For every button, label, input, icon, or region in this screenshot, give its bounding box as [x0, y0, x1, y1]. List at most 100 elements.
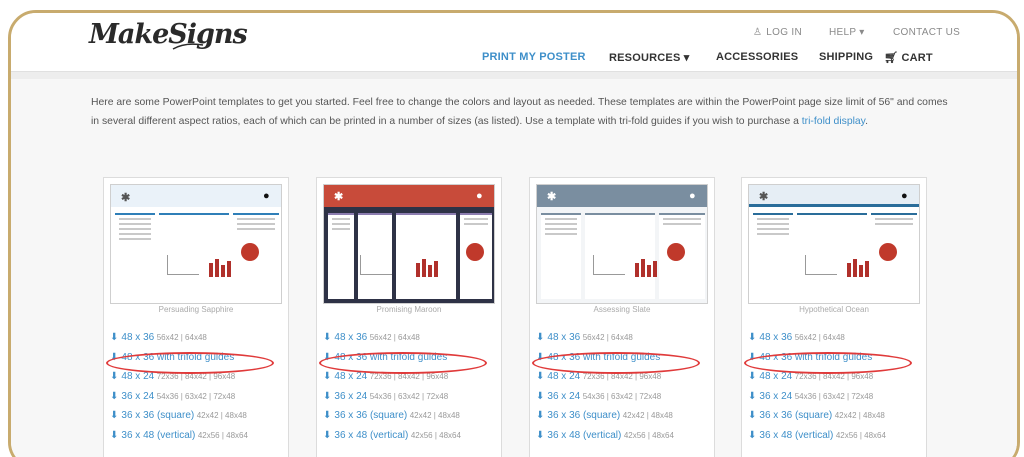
highlight-oval	[744, 352, 912, 374]
login-link[interactable]: ♙ LOG IN	[753, 27, 802, 38]
size-main: 36 x 48 (vertical)	[547, 429, 622, 441]
size-option[interactable]: ⬇ 36 x 24 54x36 | 63x42 | 72x48	[536, 387, 708, 407]
size-option-vertical[interactable]: ⬇ 36 x 48 (vertical) 42x56 | 48x64	[110, 426, 282, 446]
size-option[interactable]: ⬇ 36 x 36 (square) 42x42 | 48x48	[748, 406, 920, 426]
resources-label: RESOURCES	[609, 52, 681, 64]
nav-shipping[interactable]: SHIPPING	[819, 51, 873, 63]
size-extra: 56x42 | 64x48	[794, 333, 845, 342]
highlight-oval	[106, 352, 274, 374]
poster-header	[111, 185, 281, 207]
login-label: LOG IN	[766, 27, 802, 38]
size-extra: 56x42 | 64x48	[582, 333, 633, 342]
download-icon: ⬇	[536, 390, 545, 402]
header-divider	[11, 71, 1017, 79]
poster-bars	[847, 259, 869, 277]
size-option[interactable]: ⬇ 36 x 36 (square) 42x42 | 48x48	[536, 406, 708, 426]
highlight-oval	[319, 352, 487, 374]
poster-logo-icon: ✱	[121, 192, 131, 204]
size-option-vertical[interactable]: ⬇ 36 x 48 (vertical) 42x56 | 48x64	[536, 426, 708, 446]
download-icon: ⬇	[323, 410, 332, 421]
poster-pie	[667, 243, 685, 261]
poster-logo-icon: ✱	[547, 191, 557, 203]
download-icon: ⬇	[110, 371, 119, 382]
poster-column	[115, 213, 155, 299]
size-extra: 54x36 | 63x42 | 72x48	[156, 391, 236, 401]
poster-seal-icon: ●	[901, 190, 908, 202]
download-icon: ⬇	[110, 410, 119, 421]
size-option[interactable]: ⬇ 36 x 24 54x36 | 63x42 | 72x48	[748, 387, 920, 407]
size-main: 36 x 48 (vertical)	[334, 429, 409, 441]
size-extra: 42x42 | 48x48	[622, 411, 673, 420]
poster-column	[541, 213, 581, 299]
poster-seal-icon: ●	[689, 190, 696, 202]
size-option[interactable]: ⬇ 36 x 24 54x36 | 63x42 | 72x48	[110, 387, 282, 407]
poster-chart	[805, 255, 837, 275]
size-option[interactable]: ⬇ 48 x 36 56x42 | 64x48	[323, 328, 495, 348]
size-main: 48 x 36	[547, 332, 581, 343]
size-main: 36 x 24	[334, 390, 368, 402]
size-option[interactable]: ⬇ 36 x 24 54x36 | 63x42 | 72x48	[323, 387, 495, 407]
poster-column	[753, 213, 793, 299]
download-icon: ⬇	[536, 371, 545, 382]
size-option[interactable]: ⬇ 48 x 36 56x42 | 64x48	[110, 328, 282, 348]
size-main: 36 x 36 (square)	[759, 410, 833, 421]
size-option-vertical[interactable]: ⬇ 36 x 48 (vertical) 42x56 | 48x64	[323, 426, 495, 446]
size-extra: 42x56 | 48x64	[197, 430, 248, 440]
download-icon: ⬇	[748, 332, 757, 343]
template-thumbnail[interactable]: ✱ ●	[748, 184, 920, 304]
template-thumbnail[interactable]: ✱ ●	[110, 184, 282, 304]
poster-chart	[360, 255, 392, 275]
template-name: Persuading Sapphire	[158, 305, 234, 314]
size-extra: 42x56 | 48x64	[410, 430, 461, 440]
site-logo[interactable]: MakeSigns	[89, 19, 248, 50]
size-list: ⬇ 48 x 36 56x42 | 64x48 ⬇ 48 x 36 with tri…	[536, 328, 708, 445]
intro-paragraph: Here are some PowerPoint templates to ge…	[91, 93, 951, 131]
contact-link[interactable]: CONTACT US	[893, 27, 960, 38]
contact-label: CONTACT US	[893, 27, 961, 38]
main-content: Here are some PowerPoint templates to ge…	[11, 79, 1017, 457]
highlight-oval	[532, 352, 700, 374]
trifold-display-link[interactable]: tri-fold display	[802, 116, 865, 127]
poster-chart	[167, 255, 199, 275]
size-option[interactable]: ⬇ 48 x 36 56x42 | 64x48	[748, 328, 920, 348]
size-extra: 42x42 | 48x48	[409, 411, 460, 420]
download-icon: ⬇	[323, 371, 332, 382]
size-list: ⬇ 48 x 36 56x42 | 64x48 ⬇ 48 x 36 with tri…	[748, 328, 920, 445]
size-main: 48 x 36	[759, 332, 793, 343]
screenshot-frame: MakeSigns ♙ LOG IN HELP ▾ CONTACT US PRIN…	[8, 10, 1020, 457]
size-main: 36 x 36 (square)	[547, 410, 621, 421]
download-icon: ⬇	[323, 390, 332, 402]
help-menu[interactable]: HELP ▾	[829, 27, 865, 38]
download-icon: ⬇	[748, 390, 757, 402]
nav-accessories[interactable]: ACCESSORIES	[716, 51, 798, 63]
download-icon: ⬇	[323, 332, 332, 343]
size-extra: 54x36 | 63x42 | 72x48	[582, 391, 662, 401]
size-main: 36 x 24	[547, 390, 581, 402]
poster-chart	[593, 255, 625, 275]
size-option[interactable]: ⬇ 36 x 36 (square) 42x42 | 48x48	[110, 406, 282, 426]
poster-pie	[466, 243, 484, 261]
download-icon: ⬇	[748, 410, 757, 421]
template-card: ✱ ● Assessing Slate ⬇ 48 x 36 56x42 | 64x…	[529, 177, 715, 457]
size-main: 36 x 48 (vertical)	[121, 429, 196, 441]
template-thumbnail[interactable]: ✱ ●	[323, 184, 495, 304]
nav-resources[interactable]: RESOURCES ▾	[609, 51, 689, 64]
nav-cart[interactable]: 🛒︎ CART	[884, 51, 933, 64]
download-icon: ⬇	[110, 390, 119, 402]
size-main: 36 x 24	[759, 390, 793, 402]
size-option[interactable]: ⬇ 36 x 36 (square) 42x42 | 48x48	[323, 406, 495, 426]
size-extra: 56x42 | 64x48	[156, 333, 207, 342]
template-name: Hypothetical Ocean	[799, 305, 869, 314]
template-card: ✱ ● Persuading Sapphire ⬇ 48 x 36 56x42 |…	[103, 177, 289, 457]
size-option[interactable]: ⬇ 48 x 36 56x42 | 64x48	[536, 328, 708, 348]
poster-pie	[879, 243, 897, 261]
chevron-down-icon: ▾	[859, 27, 865, 38]
template-thumbnail[interactable]: ✱ ●	[536, 184, 708, 304]
nav-print-my-poster[interactable]: PRINT MY POSTER	[482, 51, 586, 63]
size-list: ⬇ 48 x 36 56x42 | 64x48 ⬇ 48 x 36 with tri…	[323, 328, 495, 445]
poster-pie	[241, 243, 259, 261]
size-option-vertical[interactable]: ⬇ 36 x 48 (vertical) 42x56 | 48x64	[748, 426, 920, 446]
download-icon: ⬇	[536, 332, 545, 343]
download-icon: ⬇	[323, 429, 332, 441]
cart-label: CART	[901, 52, 933, 64]
